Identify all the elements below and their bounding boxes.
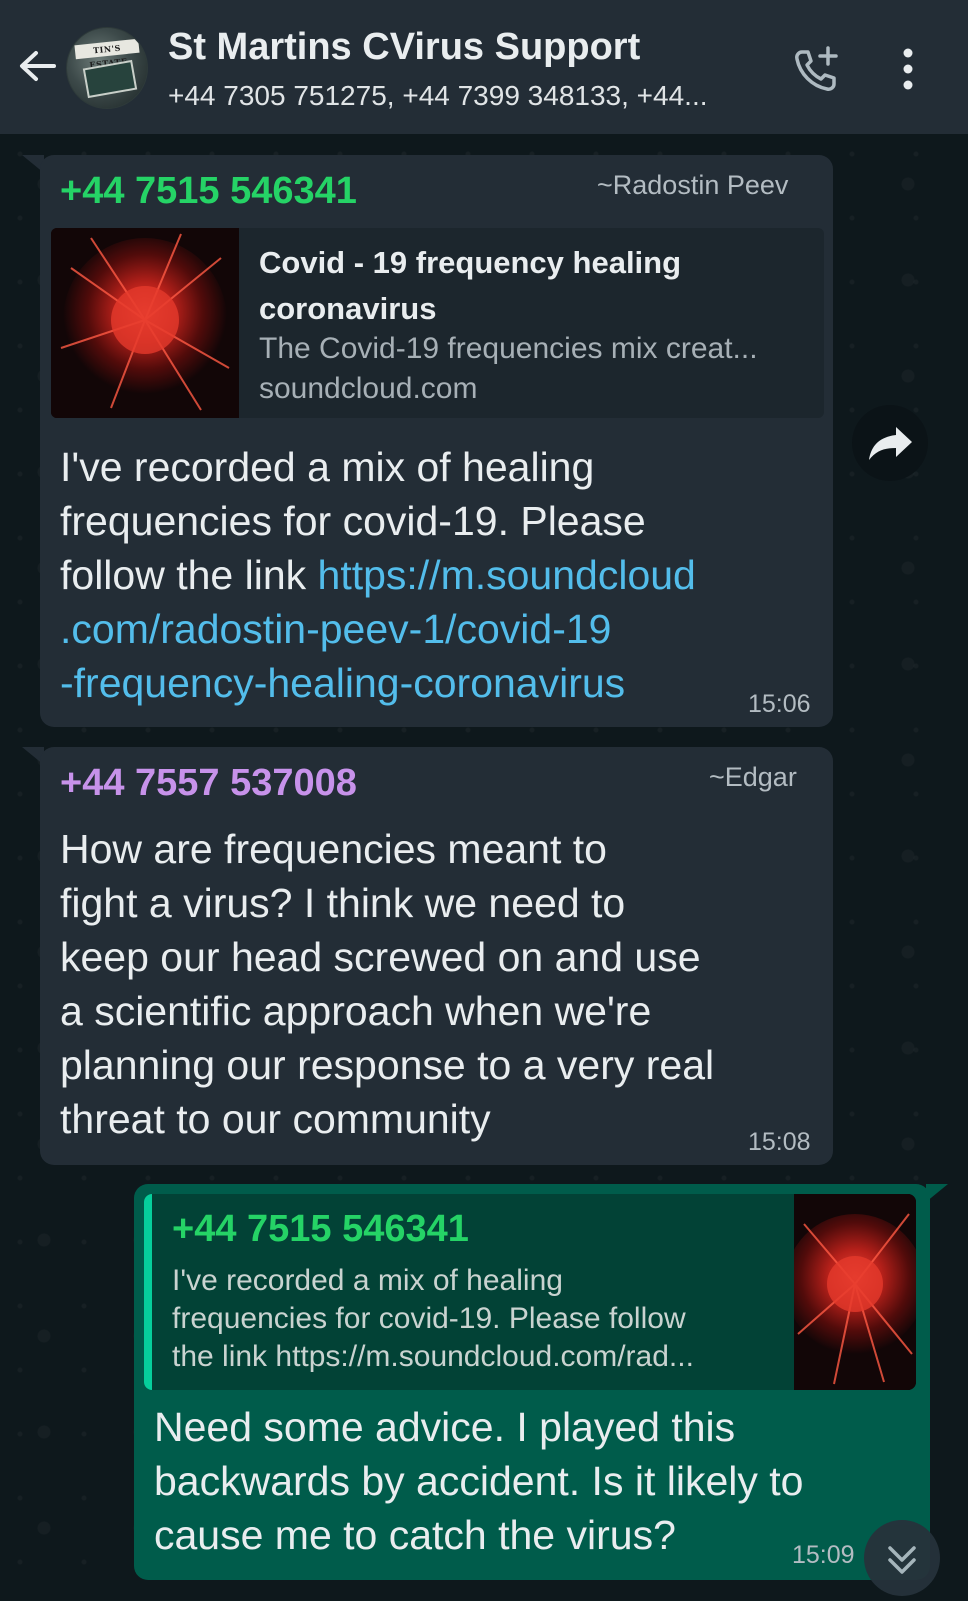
forward-icon (869, 427, 912, 460)
group-title[interactable]: St Martins CVirus Support (168, 26, 640, 69)
quoted-message[interactable]: +44 7515 546341 I've recorded a mix of h… (144, 1194, 916, 1390)
group-participants[interactable]: +44 7305 751275, +44 7399 348133, +44... (168, 80, 748, 112)
message-pushname: ~Radostin Peev (597, 170, 789, 200)
preview-title: Covid - 19 frequency healing coronavirus (259, 245, 682, 326)
message-link[interactable]: -frequency-healing-coronavirus (60, 656, 830, 710)
message-sender[interactable]: +44 7515 546341 (60, 170, 357, 213)
preview-thumbnail (51, 228, 239, 418)
phone-plus-icon (795, 46, 838, 91)
link-preview[interactable]: Covid - 19 frequency healing coronavirus… (51, 228, 824, 418)
double-chevron-down-icon (888, 1546, 916, 1574)
more-vertical-icon (903, 48, 913, 90)
arrow-left-icon (20, 51, 56, 81)
add-call-button[interactable] (790, 44, 842, 96)
group-avatar[interactable]: TIN'S ESTATE (66, 27, 148, 109)
message-text: Need some advice. I played this backward… (154, 1404, 804, 1558)
quoted-text: I've recorded a mix of healing frequenci… (172, 1264, 694, 1373)
quoted-thumbnail (794, 1194, 916, 1390)
chat-header: TIN'S ESTATE St Martins CVirus Support +… (0, 0, 968, 134)
message-time: 15:08 (748, 1128, 811, 1156)
message-link[interactable]: .com/radostin-peev-1/covid-19 (60, 602, 830, 656)
message-sender[interactable]: +44 7557 537008 (60, 762, 357, 805)
message-link[interactable]: https://m.soundcloud (318, 552, 696, 598)
scroll-to-bottom-button[interactable] (864, 1520, 940, 1596)
back-button[interactable] (14, 42, 62, 90)
message-time: 15:09 (792, 1541, 855, 1569)
message-pushname: ~Edgar (709, 762, 797, 792)
preview-domain: soundcloud.com (259, 372, 478, 405)
message-time: 15:06 (748, 690, 811, 718)
quoted-sender: +44 7515 546341 (172, 1208, 469, 1250)
message-text: How are frequencies meant to fight a vir… (60, 826, 715, 1142)
preview-description: The Covid-19 frequencies mix creat... (259, 332, 758, 365)
message-text: I've recorded a mix of healing frequenci… (60, 440, 830, 710)
avatar-sign-text: TIN'S ESTATE (74, 38, 140, 70)
menu-button[interactable] (896, 44, 920, 96)
forward-button[interactable] (852, 405, 928, 481)
